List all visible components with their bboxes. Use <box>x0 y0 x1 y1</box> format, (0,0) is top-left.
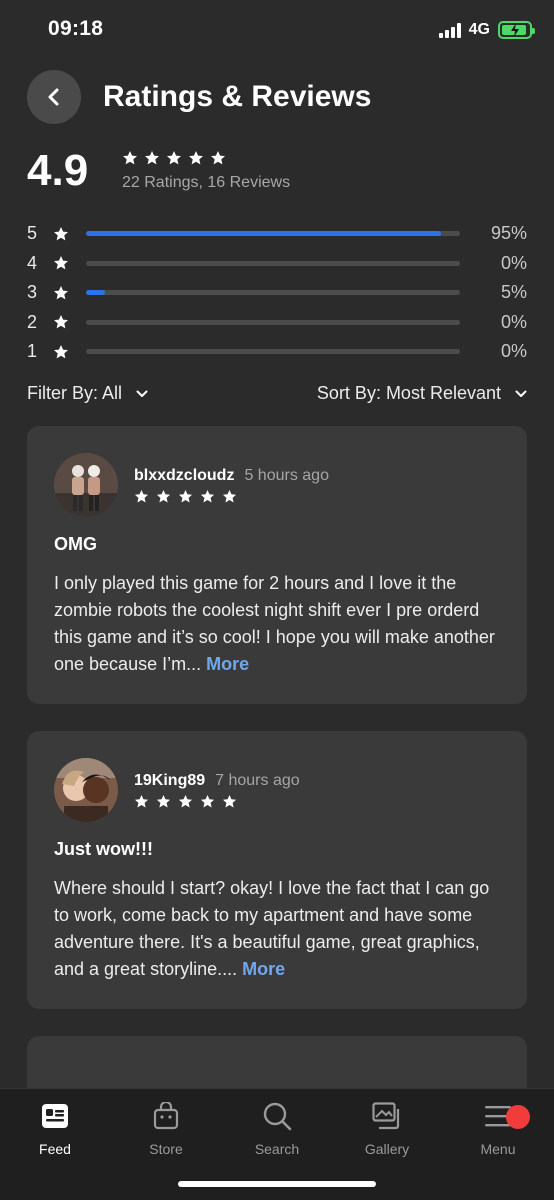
rating-bar-track <box>86 231 460 237</box>
star-icon <box>156 489 171 503</box>
home-indicator <box>178 1181 376 1187</box>
gallery-icon <box>347 1101 427 1131</box>
review-stars <box>134 794 237 809</box>
search-icon <box>237 1101 317 1131</box>
ratings-count: 22 Ratings, 16 Reviews <box>122 174 291 191</box>
review-author[interactable]: 19King89 7 hours ago <box>134 772 300 790</box>
tab-label: Feed <box>39 1141 71 1157</box>
rating-bar-fill <box>86 231 442 237</box>
chevron-left-icon <box>48 88 59 106</box>
review-time: 5 hours ago <box>244 467 329 484</box>
star-icon <box>54 256 68 270</box>
filter-label: Filter By: All <box>27 383 123 403</box>
rating-bar-percent: 95% <box>490 223 527 244</box>
rating-bar-row: 3 5% <box>27 278 527 308</box>
star-icon <box>123 151 137 165</box>
more-link[interactable]: More <box>206 654 249 674</box>
tab-label: Menu <box>480 1141 516 1157</box>
review-body: I only played this game for 2 hours and … <box>54 570 504 678</box>
star-icon <box>167 151 181 165</box>
filter-dropdown[interactable]: Filter By: All <box>27 383 148 404</box>
rating-bar-percent: 0% <box>500 311 527 332</box>
tab-label: Gallery <box>364 1141 410 1157</box>
chevron-down-icon <box>515 390 527 397</box>
star-icon <box>54 344 68 359</box>
status-time: 09:18 <box>48 17 104 40</box>
review-title: OMG <box>54 534 97 554</box>
rating-bar-stars: 5 <box>27 223 38 244</box>
star-icon <box>134 794 149 808</box>
more-link[interactable]: More <box>242 959 285 979</box>
rating-bar-percent: 0% <box>500 252 527 273</box>
tab-label: Store <box>149 1141 183 1157</box>
star-icon <box>54 285 68 300</box>
rating-bar-stars: 3 <box>27 282 38 303</box>
store-icon <box>126 1101 206 1131</box>
avatar[interactable] <box>54 453 118 517</box>
rating-bar-track <box>86 290 460 296</box>
filter-sort-row: Filter By: All Sort By: Most Relevant <box>27 383 527 405</box>
tab-store[interactable]: Store <box>126 1101 206 1157</box>
rating-bar-row: 2 0% <box>27 308 527 338</box>
star-icon <box>178 489 193 503</box>
rating-bar-stars: 4 <box>27 252 38 273</box>
summary-stars <box>122 150 226 166</box>
review-username: blxxdzcloudz <box>134 467 235 484</box>
back-button[interactable] <box>27 70 81 124</box>
tab-label: Search <box>254 1141 300 1157</box>
rating-bar-fill <box>86 290 105 296</box>
review-card <box>27 1036 527 1088</box>
average-rating: 4.9 <box>27 146 89 195</box>
star-icon <box>145 151 159 165</box>
rating-bar-track <box>86 349 460 355</box>
review-body: Where should I start? okay! I love the f… <box>54 875 504 983</box>
tab-gallery[interactable]: Gallery <box>347 1101 427 1157</box>
star-icon <box>200 794 215 808</box>
network-type: 4G <box>468 21 490 38</box>
status-bar: 09:18 4G <box>0 0 554 60</box>
rating-bar-row: 5 95% <box>27 219 527 249</box>
review-author[interactable]: blxxdzcloudz 5 hours ago <box>134 467 329 485</box>
rating-bar-row: 1 0% <box>27 337 527 367</box>
review-stars <box>134 489 237 504</box>
review-time: 7 hours ago <box>215 772 300 789</box>
rating-bar-row: 4 0% <box>27 249 527 279</box>
feed-icon <box>15 1101 95 1131</box>
review-card: 19King89 7 hours ago Just wow!!! Where sh… <box>27 731 527 1009</box>
page-title: Ratings & Reviews <box>103 80 372 113</box>
tab-menu[interactable]: Menu <box>458 1101 538 1157</box>
star-icon <box>156 794 171 808</box>
star-icon <box>178 794 193 808</box>
star-icon <box>222 489 237 503</box>
rating-bar-percent: 5% <box>500 282 527 303</box>
star-icon <box>189 151 203 165</box>
star-icon <box>211 151 225 165</box>
signal-icon <box>438 22 461 38</box>
rating-bar-track <box>86 319 460 325</box>
rating-bar-stars: 1 <box>27 341 38 362</box>
rating-bar-percent: 0% <box>500 341 527 362</box>
tab-feed[interactable]: Feed <box>15 1101 95 1157</box>
star-icon <box>54 315 68 329</box>
star-icon <box>200 489 215 503</box>
avatar[interactable] <box>54 758 118 822</box>
rating-bar-stars: 2 <box>27 311 38 332</box>
review-text: I only played this game for 2 hours and … <box>54 573 495 674</box>
rating-distribution: 5 95% 4 0% 3 5% 2 0% 1 0% <box>27 219 527 367</box>
battery-icon <box>498 21 535 39</box>
review-title: Just wow!!! <box>54 839 153 859</box>
review-username: 19King89 <box>134 772 206 789</box>
tab-search[interactable]: Search <box>237 1101 317 1157</box>
rating-bar-track <box>86 260 460 266</box>
star-icon <box>222 794 237 808</box>
notification-badge <box>506 1105 530 1129</box>
sort-dropdown[interactable]: Sort By: Most Relevant <box>317 383 527 404</box>
sort-label: Sort By: Most Relevant <box>316 383 501 403</box>
star-icon <box>134 489 149 503</box>
review-card: blxxdzcloudz 5 hours ago OMG I only playe… <box>27 426 527 704</box>
header: Ratings & Reviews <box>27 70 371 124</box>
status-indicators: 4G <box>438 21 535 39</box>
star-icon <box>54 226 68 241</box>
chevron-down-icon <box>136 390 148 397</box>
